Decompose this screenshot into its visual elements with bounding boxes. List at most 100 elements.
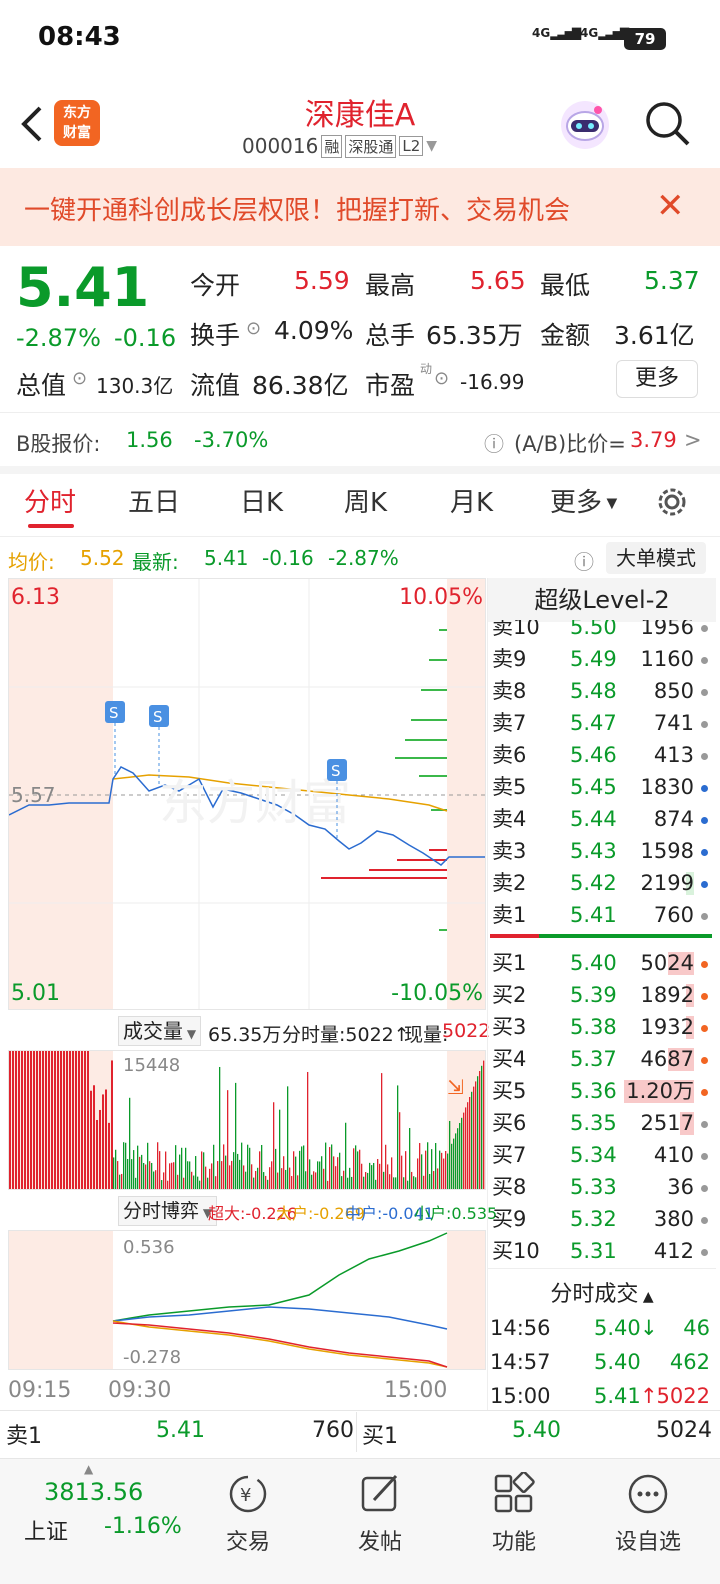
tick-row: 14:56 5.40 ↓ 46: [488, 1312, 716, 1344]
close-icon[interactable]: ✕: [656, 186, 685, 226]
buy-level-row[interactable]: 买5 5.36 1.20万: [488, 1076, 716, 1107]
tab-daily-k[interactable]: 日K: [240, 482, 283, 519]
volume-chart[interactable]: 15448 ⇲: [8, 1050, 486, 1190]
buy-level-row[interactable]: 买9 5.32 380: [488, 1204, 716, 1235]
level-price: 5.31: [570, 1239, 617, 1263]
info-icon-3[interactable]: ⊙: [434, 368, 449, 389]
last-pct: -2.87%: [328, 546, 399, 570]
volume-bar: [359, 1149, 361, 1189]
nav-add-watchlist[interactable]: 设自选: [588, 1472, 708, 1556]
tab-more[interactable]: 更多 ▼: [550, 482, 617, 519]
tab-weekly-k[interactable]: 周K: [344, 482, 387, 519]
volume-bar: [271, 1161, 273, 1189]
info-icon-2[interactable]: ⊙: [72, 368, 87, 389]
more-button[interactable]: 更多: [616, 360, 698, 398]
chevron-right-icon[interactable]: >: [684, 428, 702, 452]
volume-bar: [93, 1085, 95, 1189]
buy-level-row[interactable]: 买4 5.37 4687: [488, 1044, 716, 1075]
tab-five-day[interactable]: 五日: [128, 482, 180, 519]
sell-level-row[interactable]: 卖6 5.46 413: [488, 740, 716, 771]
big-order-mode-button[interactable]: 大单模式: [606, 542, 706, 574]
level-label: 买8: [492, 1175, 527, 1199]
volume-bar: [345, 1122, 347, 1189]
tick-price: 5.40: [594, 1316, 641, 1340]
volume-bar: [81, 1051, 83, 1189]
buy-level-row[interactable]: 买10 5.31 412: [488, 1236, 716, 1267]
volume-bar: [391, 1157, 393, 1189]
expand-arrow-icon[interactable]: ⇲: [447, 1075, 464, 1099]
settings-gear-icon[interactable]: [654, 484, 690, 520]
volume-bar: [173, 1162, 175, 1189]
volume-bar: [157, 1142, 159, 1189]
sell-level-row[interactable]: 卖10 5.50 1956: [488, 620, 716, 643]
sell-level-row[interactable]: 卖4 5.44 874: [488, 804, 716, 835]
help-icon-2[interactable]: ⓘ: [574, 546, 594, 575]
volume-bar: [275, 1148, 277, 1189]
nav-functions[interactable]: 功能: [454, 1470, 574, 1556]
level-volume: 1.20万: [626, 1079, 694, 1103]
help-icon[interactable]: ⓘ: [484, 428, 504, 457]
intraday-price-chart[interactable]: 东方财富 S S S 6.13 10.05% 5.57 5.01 -10.05%: [8, 578, 486, 1010]
sell-level-row[interactable]: 卖9 5.49 1160: [488, 644, 716, 675]
bottom-buy1-label: 买1: [362, 1424, 398, 1449]
volume-bar: [465, 1107, 467, 1189]
buy-level-row[interactable]: 买8 5.33 36: [488, 1172, 716, 1203]
sell-level-row[interactable]: 卖1 5.41 760: [488, 900, 716, 926]
robot-assistant-icon[interactable]: [558, 98, 612, 152]
buy-level-row[interactable]: 买2 5.39 1892: [488, 980, 716, 1011]
level-volume: 1956: [640, 620, 694, 639]
volume-bar: [463, 1112, 465, 1189]
level-label: 卖4: [492, 807, 527, 831]
volume-bar: [419, 1143, 421, 1189]
volume-bar: [231, 1160, 233, 1189]
sell-level-row[interactable]: 卖7 5.47 741: [488, 708, 716, 739]
tab-monthly-k[interactable]: 月K: [450, 482, 493, 519]
volume-bar: [439, 1150, 441, 1189]
buy-level-row[interactable]: 买3 5.38 1932: [488, 1012, 716, 1043]
sell-level-row[interactable]: 卖5 5.45 1830: [488, 772, 716, 803]
nav-trade[interactable]: ¥ 交易: [188, 1472, 308, 1556]
order-dot-icon: [701, 961, 708, 968]
volume-bar: [245, 1171, 247, 1189]
sell-level-row[interactable]: 卖8 5.48 850: [488, 676, 716, 707]
ab-ratio-label[interactable]: (A/B)比价=: [514, 428, 626, 458]
sell-level-row[interactable]: 卖3 5.43 1598: [488, 836, 716, 867]
search-icon[interactable]: [644, 100, 692, 148]
volume-bar: [277, 1172, 279, 1189]
sell-level-row[interactable]: 卖2 5.42 2199: [488, 868, 716, 899]
nav-post[interactable]: 发帖: [320, 1472, 440, 1556]
level-price: 5.38: [570, 1015, 617, 1039]
level-volume: 1932: [640, 1015, 694, 1039]
order-dot-icon: [701, 1057, 708, 1064]
volume-bar: [193, 1175, 195, 1189]
volume-bar: [297, 1175, 299, 1189]
buy-level-row[interactable]: 买6 5.35 2517: [488, 1108, 716, 1139]
capital-flow-chart[interactable]: 0.536 -0.278: [8, 1230, 486, 1370]
svg-text:S: S: [331, 762, 341, 780]
info-icon[interactable]: ⊙: [246, 318, 261, 339]
level-price: 5.33: [570, 1175, 617, 1199]
promo-banner[interactable]: 一键开通科创成长层权限！把握打新、交易机会 ✕: [0, 168, 720, 246]
volume-bar: [155, 1170, 157, 1189]
game-selector[interactable]: 分时博弈 ▼: [118, 1196, 218, 1226]
battery-icon: 79: [624, 28, 666, 50]
level-label: 买7: [492, 1143, 527, 1167]
order-dot-icon: [701, 1153, 708, 1160]
ticks-title[interactable]: 分时成交 ▲: [488, 1276, 716, 1308]
tick-price: 5.40: [594, 1350, 641, 1374]
volume-bar: [219, 1066, 221, 1189]
level-volume: 1892: [640, 983, 694, 1007]
volume-selector[interactable]: 成交量 ▼: [118, 1016, 202, 1046]
index-widget[interactable]: ▲ 3813.56 上证 -1.16%: [0, 1460, 200, 1560]
volume-bar: [261, 1144, 263, 1189]
sell-marker-icon-2[interactable]: S: [149, 705, 169, 785]
caret-down-icon[interactable]: ▼: [426, 138, 437, 154]
level2-title[interactable]: 超级Level-2: [488, 578, 716, 622]
volume-bar: [57, 1051, 59, 1189]
buy-level-row[interactable]: 买7 5.34 410: [488, 1140, 716, 1171]
tab-active-indicator: [28, 524, 74, 528]
tab-intraday[interactable]: 分时: [24, 482, 76, 519]
buy-level-row[interactable]: 买1 5.40 5024: [488, 948, 716, 979]
tick-time: 14:56: [490, 1316, 551, 1340]
avg-label: 均价:: [8, 550, 55, 574]
